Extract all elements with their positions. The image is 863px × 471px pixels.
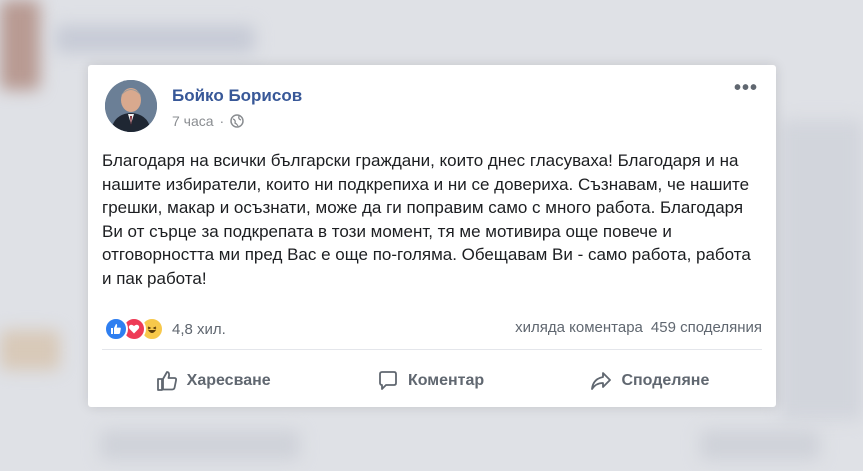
- like-reaction-icon: [104, 317, 128, 341]
- post-meta: 7 часа ·: [172, 113, 244, 129]
- reactions-count[interactable]: 4,8 хил.: [172, 321, 226, 338]
- post-text: Благодаря на всички български граждани, …: [102, 151, 751, 288]
- share-icon: [591, 372, 612, 390]
- background-blur: [100, 430, 300, 460]
- comment-button[interactable]: Коментар: [362, 363, 498, 399]
- more-options-icon[interactable]: •••: [734, 78, 758, 98]
- divider: [102, 349, 762, 350]
- author-name[interactable]: Бойко Борисов: [172, 86, 302, 106]
- globe-icon: [230, 114, 244, 128]
- comments-count[interactable]: хиляда коментара: [515, 319, 643, 336]
- share-button[interactable]: Споделяне: [575, 363, 723, 399]
- background-blur: [780, 120, 863, 420]
- share-label: Споделяне: [621, 372, 710, 389]
- shares-count[interactable]: 459 споделяния: [651, 319, 762, 336]
- avatar[interactable]: [105, 80, 157, 132]
- background-blur: [0, 0, 40, 90]
- background-blur: [700, 430, 820, 460]
- meta-separator: ·: [219, 113, 225, 129]
- comment-icon: [379, 371, 397, 390]
- background-blur: [55, 25, 255, 53]
- like-label: Харесване: [186, 372, 271, 389]
- thumbs-up-icon: [156, 371, 177, 391]
- background-blur: [0, 330, 60, 370]
- post-card: Бойко Борисов 7 часа · ••• Благодаря на …: [88, 65, 776, 407]
- like-button[interactable]: Харесване: [141, 363, 285, 399]
- comment-label: Коментар: [407, 372, 485, 389]
- post-stats: хиляда коментара 459 споделяния: [515, 319, 762, 336]
- post-time[interactable]: 7 часа: [172, 113, 214, 129]
- reactions-summary[interactable]: 4,8 хил.: [104, 317, 226, 341]
- post-actions: Харесване Коментар Споделяне: [102, 361, 762, 401]
- avatar-image: [105, 80, 157, 132]
